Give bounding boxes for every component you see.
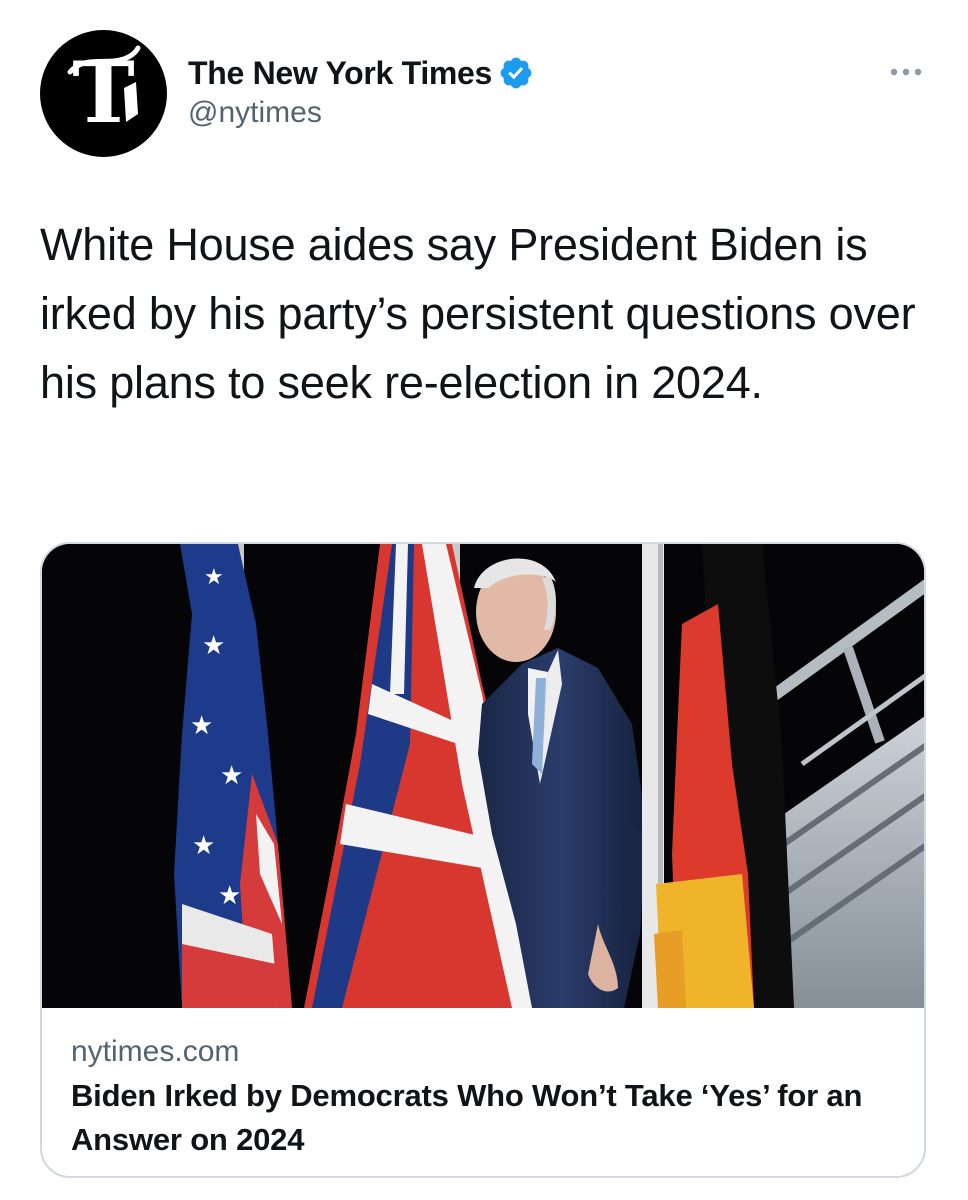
card-meta: nytimes.com Biden Irked by Democrats Who… bbox=[71, 1032, 901, 1162]
svg-text:★: ★ bbox=[202, 631, 225, 661]
author-avatar[interactable]: T bbox=[40, 30, 167, 157]
verified-badge-icon bbox=[498, 55, 534, 91]
author-name-row[interactable]: The New York Times bbox=[188, 52, 534, 94]
svg-text:★: ★ bbox=[204, 565, 224, 590]
card-image: ★ ★ ★ ★ ★ ★ bbox=[42, 544, 924, 1008]
more-options-button[interactable] bbox=[884, 62, 928, 82]
svg-text:★: ★ bbox=[190, 711, 213, 741]
author-handle[interactable]: @nytimes bbox=[188, 96, 534, 130]
card-domain: nytimes.com bbox=[71, 1035, 240, 1068]
link-card[interactable]: ★ ★ ★ ★ ★ ★ nytimes.com Biden Irked by D… bbox=[40, 542, 926, 1178]
nyt-logo-icon: T bbox=[67, 43, 141, 142]
author-display-name[interactable]: The New York Times bbox=[188, 55, 492, 92]
svg-text:★: ★ bbox=[192, 831, 215, 861]
card-photo: ★ ★ ★ ★ ★ ★ bbox=[42, 544, 924, 1008]
author-info: The New York Times @nytimes bbox=[188, 52, 534, 130]
tweet-header: T The New York Times @nytimes bbox=[40, 30, 928, 160]
svg-text:★: ★ bbox=[218, 881, 241, 911]
tweet-text: White House aides say President Biden is… bbox=[40, 219, 916, 408]
card-title[interactable]: Biden Irked by Democrats Who Won’t Take … bbox=[71, 1074, 901, 1162]
more-options-icon bbox=[890, 68, 922, 76]
svg-text:★: ★ bbox=[220, 761, 243, 791]
